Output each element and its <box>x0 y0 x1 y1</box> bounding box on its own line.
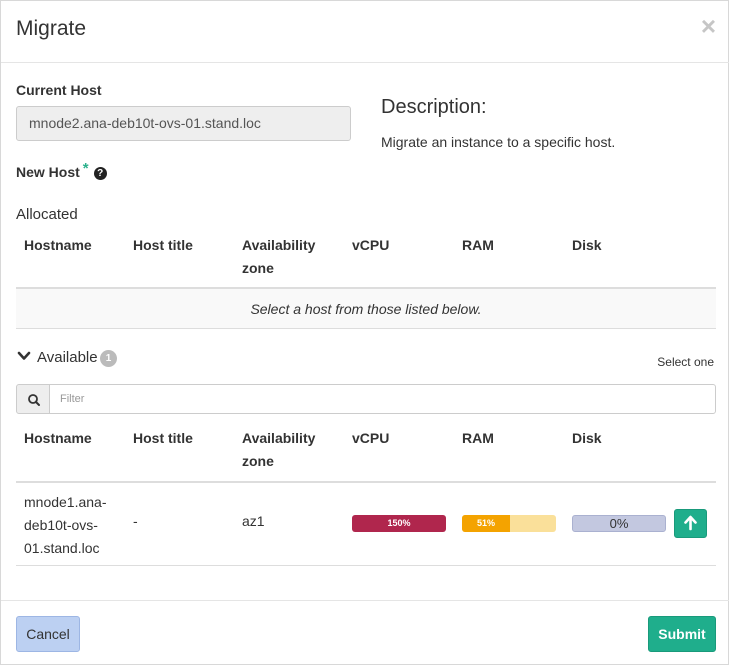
filter-group <box>16 384 716 414</box>
close-icon[interactable]: × <box>701 13 716 39</box>
description-title: Description: <box>381 96 487 118</box>
available-col-disk[interactable]: Disk <box>572 427 602 450</box>
allocated-col-vcpu[interactable]: vCPU <box>352 234 389 257</box>
modal-header: Migrate × <box>1 1 729 63</box>
allocated-empty-message: Select a host from those listed below. <box>16 289 716 329</box>
allocated-col-disk[interactable]: Disk <box>572 234 602 257</box>
question-circle-icon[interactable]: ? <box>93 167 107 180</box>
current-host-label: Current Host <box>16 82 102 98</box>
available-col-host-title[interactable]: Host title <box>133 427 193 450</box>
allocated-col-host-title[interactable]: Host title <box>133 234 193 257</box>
allocated-col-hostname[interactable]: Hostname <box>24 234 92 257</box>
allocate-host-button[interactable] <box>674 509 707 538</box>
row-availability-zone: az1 <box>242 513 265 529</box>
available-col-availability-zone[interactable]: Availability zone <box>242 427 332 473</box>
search-icon <box>28 394 40 406</box>
available-col-vcpu[interactable]: vCPU <box>352 427 389 450</box>
available-col-ram[interactable]: RAM <box>462 427 494 450</box>
disk-usage-label: 0% <box>609 516 629 531</box>
description-text: Migrate an instance to a specific host. <box>381 134 616 150</box>
available-count-badge: 1 <box>100 350 117 367</box>
allocated-col-availability-zone[interactable]: Availability zone <box>242 234 332 280</box>
required-marker: * <box>82 160 89 177</box>
modal-title: Migrate <box>16 17 87 40</box>
select-one-hint: Select one <box>657 355 714 369</box>
row-hostname: mnode1.ana-deb10t-ovs-01.stand.loc <box>24 494 107 556</box>
arrow-up-icon <box>684 515 697 531</box>
modal-footer <box>1 600 729 665</box>
vcpu-usage-bar: 150% <box>352 515 446 532</box>
table-row[interactable]: mnode1.ana-deb10t-ovs-01.stand.loc - az1… <box>16 483 716 566</box>
search-addon <box>16 384 50 414</box>
available-label[interactable]: Available <box>37 349 98 366</box>
allocated-col-ram[interactable]: RAM <box>462 234 494 257</box>
available-col-hostname[interactable]: Hostname <box>24 427 92 450</box>
current-host-field: mnode2.ana-deb10t-ovs-01.stand.loc <box>16 106 351 141</box>
new-host-label-text: New Host <box>16 164 80 180</box>
filter-input[interactable] <box>49 384 716 414</box>
submit-button[interactable]: Submit <box>648 616 716 652</box>
migrate-modal: Migrate × Current Host mnode2.ana-deb10t… <box>0 0 729 665</box>
new-host-label: New Host *? <box>16 160 107 181</box>
cancel-button[interactable]: Cancel <box>16 616 80 652</box>
chevron-down-icon[interactable] <box>17 349 31 363</box>
disk-usage-bar: 0% <box>572 515 666 532</box>
allocated-label: Allocated <box>16 206 78 223</box>
row-host-title: - <box>133 513 138 529</box>
ram-usage-label: 51% <box>476 518 495 528</box>
vcpu-usage-label: 150% <box>387 518 411 528</box>
ram-usage-bar: 51% <box>462 515 556 532</box>
